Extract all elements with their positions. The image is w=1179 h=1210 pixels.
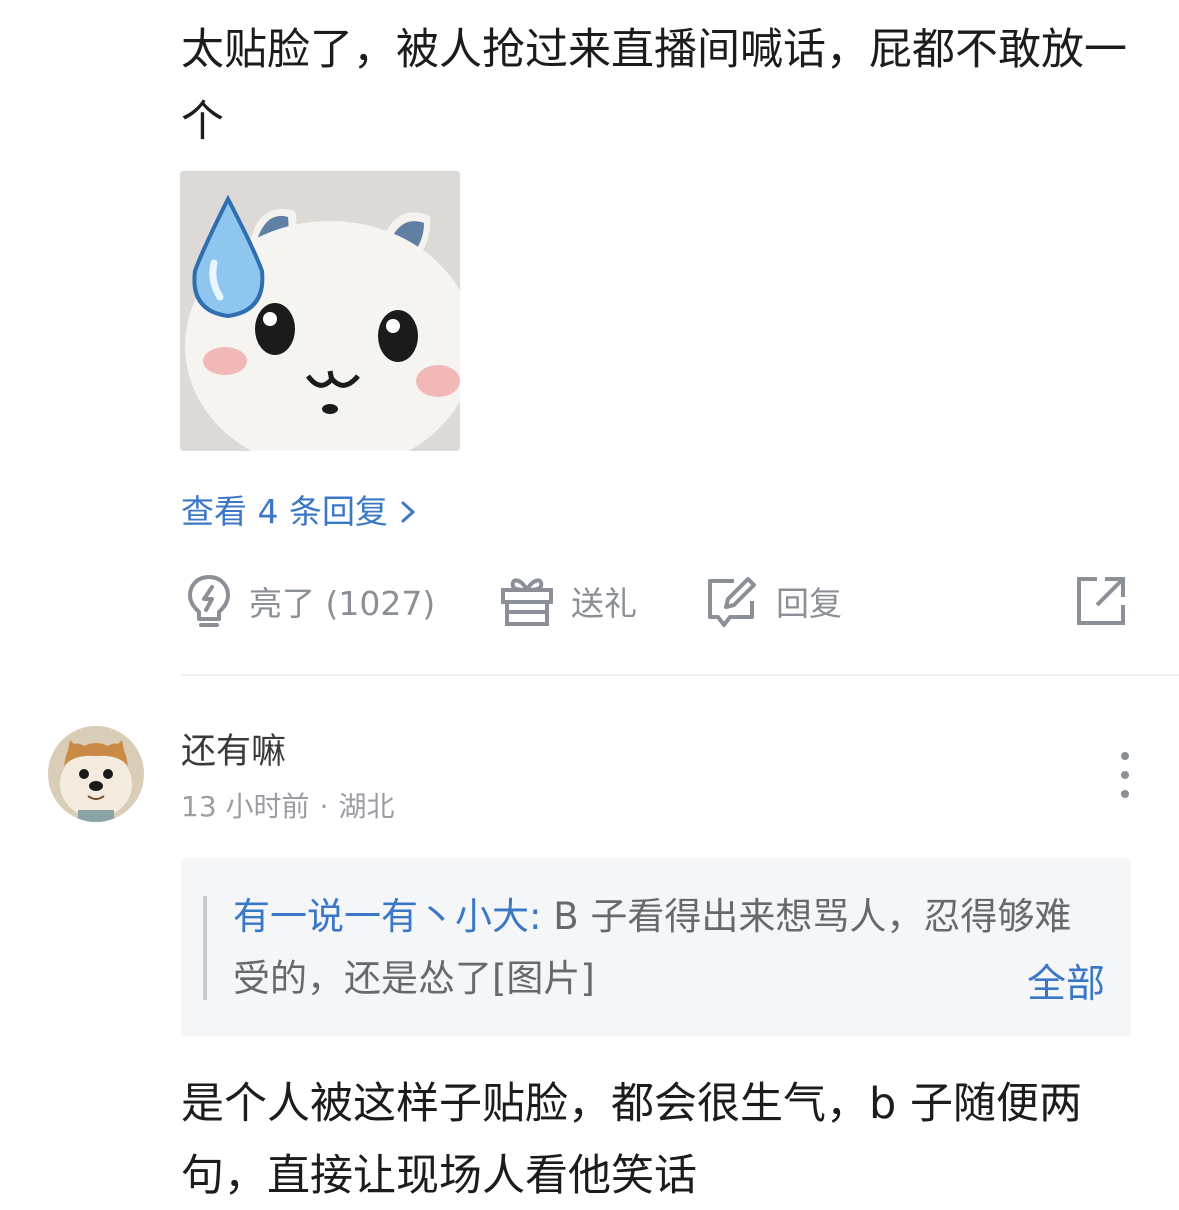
- like-button[interactable]: 亮了 (1027): [185, 570, 435, 632]
- timestamp: 13 小时前: [181, 790, 310, 823]
- gift-icon: [501, 578, 553, 626]
- divider: [181, 674, 1179, 676]
- comment-feed: 太贴脸了，被人抢过来直播间喊话，屁都不敢放一个 查看 4 条回复 亮了 (102…: [0, 0, 1179, 1210]
- sticker-image[interactable]: [180, 171, 460, 451]
- comment-body: 太贴脸了，被人抢过来直播间喊话，屁都不敢放一个: [181, 25, 1127, 147]
- location: 湖北: [338, 790, 395, 823]
- gift-button[interactable]: 送礼: [499, 570, 637, 632]
- quote-text: 有一说一有丶小大: B 子看得出来想骂人，忍得够难受的，还是怂了[图片]: [233, 886, 1093, 1010]
- more-options-button[interactable]: [1110, 750, 1140, 800]
- share-button[interactable]: [1075, 570, 1127, 632]
- quoted-reply[interactable]: 有一说一有丶小大: B 子看得出来想骂人，忍得够难受的，还是怂了[图片] 全部: [181, 858, 1131, 1036]
- avatar[interactable]: [48, 726, 144, 822]
- username[interactable]: 还有嘛: [181, 728, 286, 776]
- view-replies-label: 查看 4 条回复: [181, 492, 388, 531]
- share-icon: [1077, 577, 1125, 625]
- quote-expand-link[interactable]: 全部: [1027, 954, 1105, 1016]
- comment-actions: 亮了 (1027) 送礼 回复: [181, 570, 1131, 632]
- quote-author[interactable]: 有一说一有丶小大:: [233, 895, 541, 938]
- more-vertical-icon: [1121, 752, 1129, 798]
- reply-button[interactable]: 回复: [704, 570, 842, 632]
- quote-bar: [203, 896, 207, 1000]
- comment-body: 是个人被这样子贴脸，都会很生气，b 子随便两句，直接让现场人看他笑话: [181, 1079, 1082, 1201]
- reply-edit-icon: [708, 577, 756, 627]
- comment-meta: 13 小时前 · 湖北: [181, 788, 394, 826]
- lightbulb-icon: [188, 575, 230, 627]
- meta-separator: ·: [319, 790, 329, 823]
- gift-label: 送礼: [571, 584, 637, 623]
- like-label: 亮了 (1027): [249, 584, 436, 623]
- view-replies-link[interactable]: 查看 4 条回复: [181, 488, 418, 536]
- chevron-right-icon: [401, 501, 415, 523]
- reply-label: 回复: [776, 584, 842, 623]
